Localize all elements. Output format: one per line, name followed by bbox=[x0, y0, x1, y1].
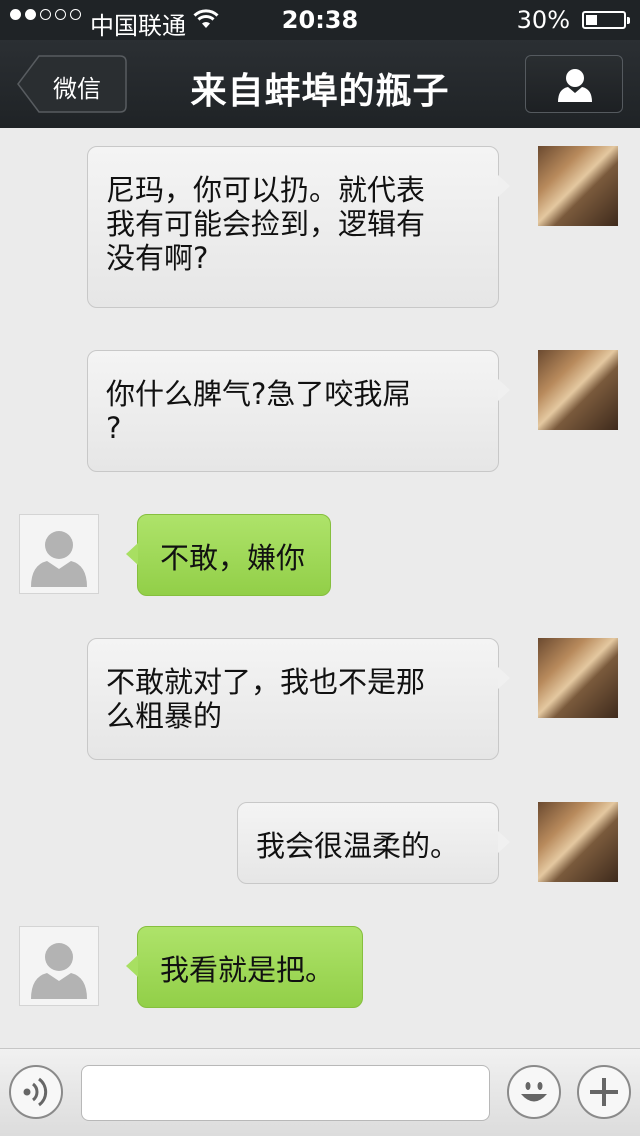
voice-button[interactable] bbox=[9, 1065, 63, 1119]
voice-icon bbox=[23, 1077, 48, 1107]
avatar[interactable] bbox=[19, 926, 99, 1006]
person-icon bbox=[558, 69, 592, 102]
default-person-icon bbox=[31, 531, 87, 587]
back-button-label: 微信 bbox=[53, 75, 101, 103]
message-bubble-received[interactable]: 不敢，嫌你 bbox=[126, 514, 331, 596]
message-bubble-received[interactable]: 我看就是把。 bbox=[126, 926, 363, 1008]
message-bubble-sent[interactable]: 不敢就对了，我也不是那 么粗暴的 bbox=[87, 638, 510, 760]
avatar[interactable] bbox=[538, 802, 618, 882]
status-bar: 中国联通 20:38 30% bbox=[0, 0, 640, 40]
message-text: 不敢，嫌你 bbox=[160, 541, 306, 575]
battery-icon bbox=[582, 11, 630, 29]
message-text: 尼玛，你可以扔。就代表 我有可能会捡到，逻辑有 没有啊? bbox=[106, 173, 426, 275]
avatar[interactable] bbox=[538, 350, 618, 430]
battery-percent: 30% bbox=[516, 6, 570, 34]
default-person-icon bbox=[31, 943, 87, 999]
chat-title: 来自蚌埠的瓶子 bbox=[190, 71, 450, 112]
more-options-button[interactable] bbox=[577, 1065, 631, 1119]
emoji-button[interactable] bbox=[507, 1065, 561, 1119]
input-bar bbox=[0, 1048, 640, 1136]
plus-icon bbox=[590, 1078, 618, 1106]
emoji-icon bbox=[521, 1082, 547, 1102]
message-bubble-sent[interactable]: 我会很温柔的。 bbox=[237, 802, 510, 884]
navigation-bar: 微信 来自蚌埠的瓶子 bbox=[0, 40, 640, 128]
message-text: 我看就是把。 bbox=[160, 953, 335, 987]
message-input[interactable] bbox=[81, 1065, 490, 1121]
message-text: 我会很温柔的。 bbox=[256, 829, 460, 863]
message-list[interactable]: 尼玛，你可以扔。就代表 我有可能会捡到，逻辑有 没有啊? 你什么脾气?急了咬我屌… bbox=[0, 128, 640, 1048]
contact-profile-button[interactable] bbox=[525, 55, 623, 113]
message-text: 不敢就对了，我也不是那 么粗暴的 bbox=[106, 665, 426, 733]
message-bubble-sent[interactable]: 你什么脾气?急了咬我屌 ? bbox=[87, 350, 510, 472]
back-button[interactable]: 微信 bbox=[17, 55, 127, 113]
avatar[interactable] bbox=[538, 146, 618, 226]
message-text: 你什么脾气?急了咬我屌 ? bbox=[106, 377, 412, 445]
message-bubble-sent[interactable]: 尼玛，你可以扔。就代表 我有可能会捡到，逻辑有 没有啊? bbox=[87, 146, 510, 308]
avatar[interactable] bbox=[19, 514, 99, 594]
avatar[interactable] bbox=[538, 638, 618, 718]
